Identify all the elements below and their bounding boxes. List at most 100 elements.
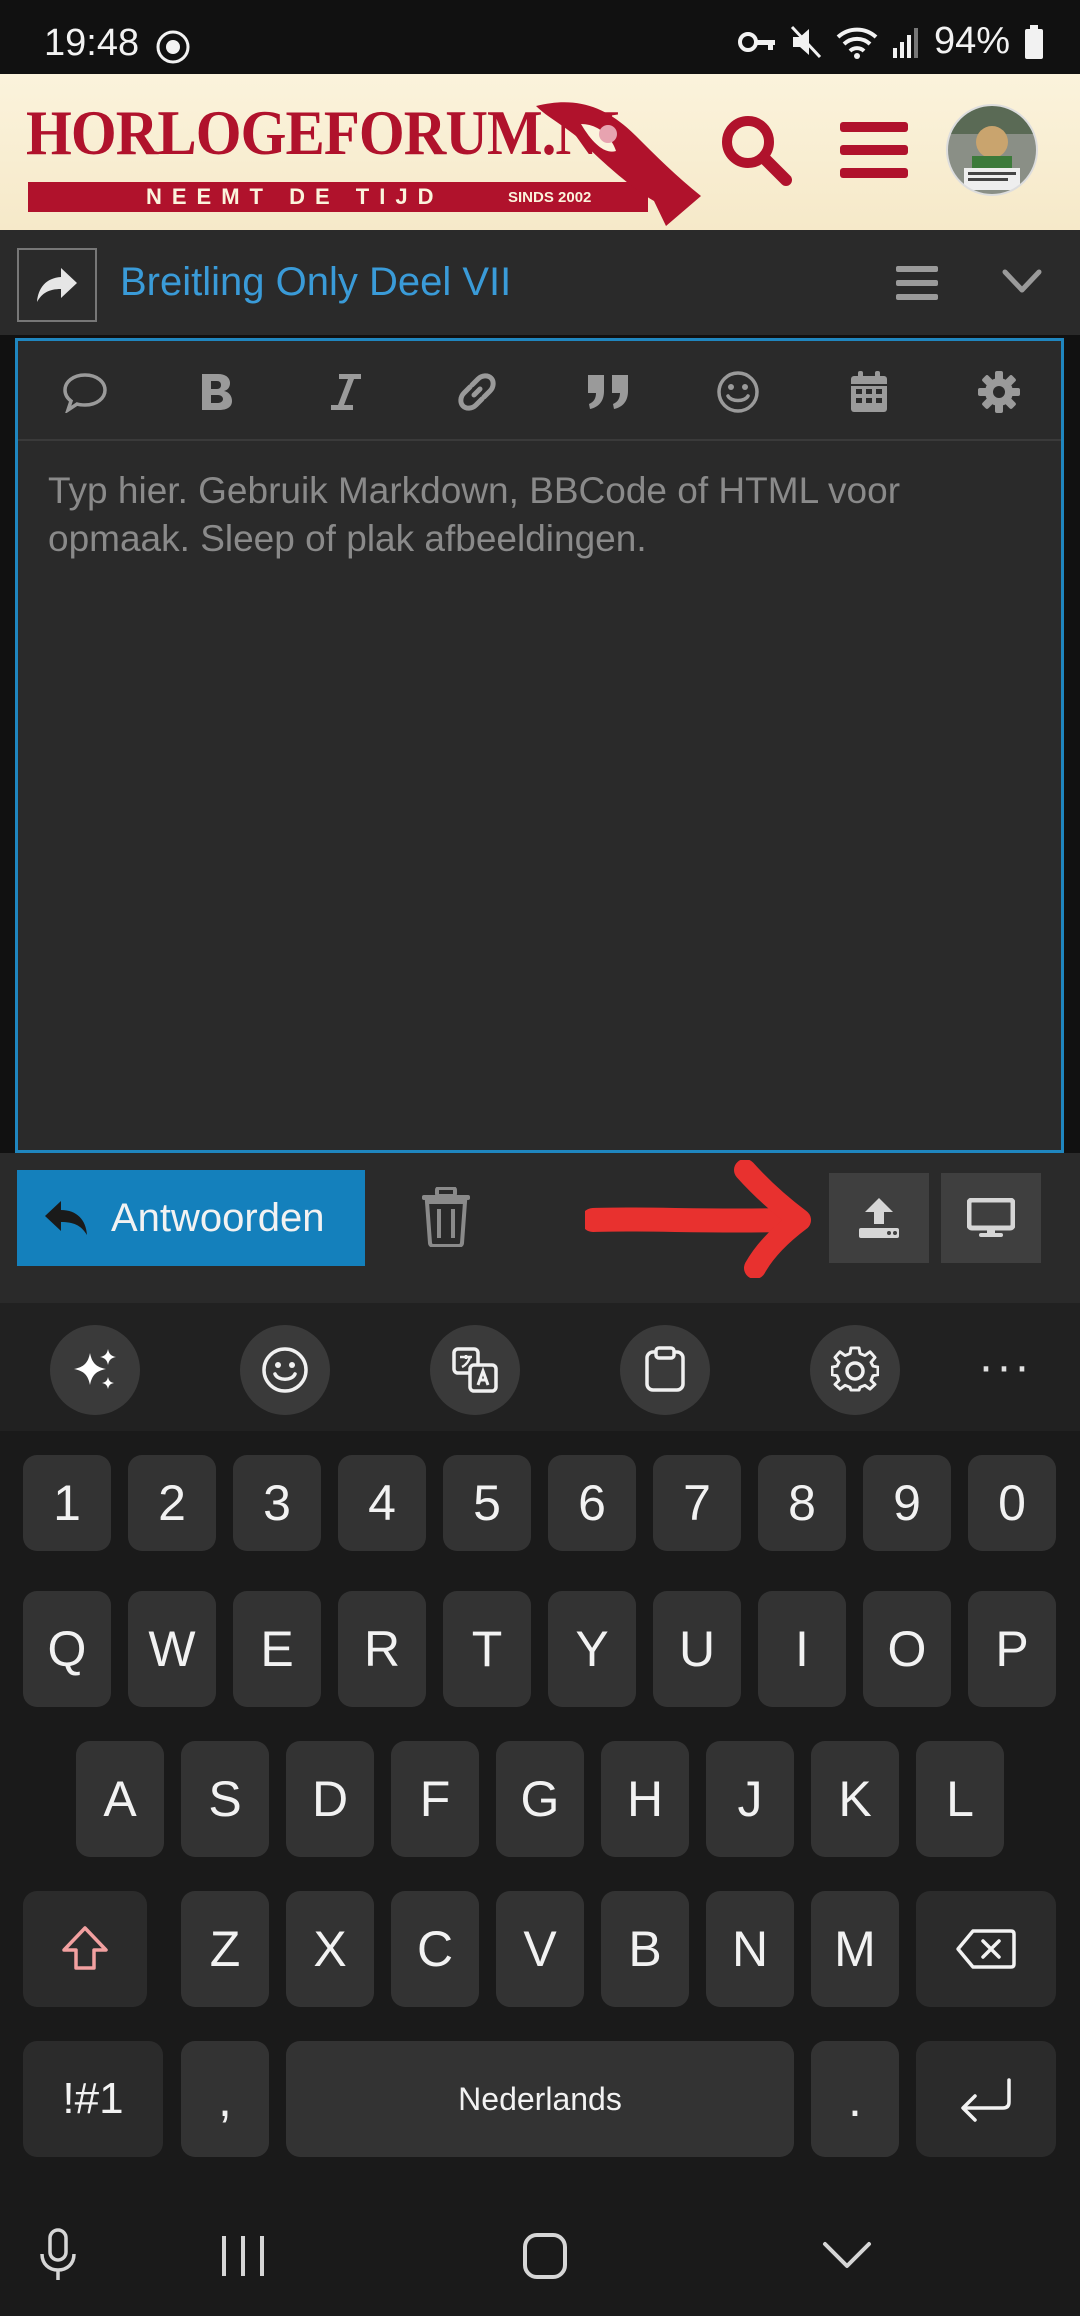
site-header: HORLOGEFORUM.NL NEEMT DE TIJD SINDS 2002 (0, 74, 1080, 230)
status-bar: 19:48 94% (0, 0, 1080, 74)
key-h[interactable]: H (601, 1741, 689, 1857)
key-l[interactable]: L (916, 1741, 1004, 1857)
key-y[interactable]: Y (548, 1591, 636, 1707)
key-b[interactable]: B (601, 1891, 689, 2007)
clipboard-icon[interactable] (620, 1325, 710, 1415)
key-w[interactable]: W (128, 1591, 216, 1707)
key-6[interactable]: 6 (548, 1455, 636, 1551)
key-j[interactable]: J (706, 1741, 794, 1857)
key-s[interactable]: S (181, 1741, 269, 1857)
key-u[interactable]: U (653, 1591, 741, 1707)
emoji-icon[interactable] (240, 1325, 330, 1415)
backspace-key[interactable] (916, 1891, 1056, 2007)
keyboard-toolbar: ··· (0, 1303, 1080, 1431)
annotation-arrow-icon (581, 1159, 815, 1283)
key-c[interactable]: C (391, 1891, 479, 2007)
vpn-key-icon (737, 29, 776, 55)
key-n[interactable]: N (706, 1891, 794, 2007)
key-z[interactable]: Z (181, 1891, 269, 2007)
chevron-down-icon[interactable] (1002, 268, 1042, 301)
share-button[interactable] (17, 248, 97, 322)
speech-bubble-icon[interactable] (60, 367, 110, 417)
key-i[interactable]: I (758, 1591, 846, 1707)
bold-icon[interactable] (191, 367, 241, 417)
key-e[interactable]: E (233, 1591, 321, 1707)
preview-icon (967, 1198, 1015, 1237)
editor-placeholder[interactable]: Typ hier. Gebruik Markdown, BBCode of HT… (48, 467, 1038, 563)
list-menu-icon[interactable] (896, 264, 938, 307)
logo-tagline: NEEMT DE TIJD (146, 184, 444, 209)
avatar[interactable] (946, 104, 1038, 201)
key-0[interactable]: 0 (968, 1455, 1056, 1551)
hide-keyboard-icon[interactable] (822, 2240, 872, 2275)
key-t[interactable]: T (443, 1591, 531, 1707)
app-notification-icon (156, 30, 190, 64)
key-x[interactable]: X (286, 1891, 374, 2007)
key-2[interactable]: 2 (128, 1455, 216, 1551)
hamburger-menu-icon[interactable] (840, 120, 908, 185)
editor-toolbar (18, 341, 1061, 441)
shift-key[interactable] (23, 1891, 147, 2007)
thread-bar: Breitling Only Deel VII (0, 230, 1080, 335)
key-g[interactable]: G (496, 1741, 584, 1857)
key-5[interactable]: 5 (443, 1455, 531, 1551)
thread-title[interactable]: Breitling Only Deel VII (120, 260, 511, 305)
reply-editor[interactable]: Typ hier. Gebruik Markdown, BBCode of HT… (15, 338, 1064, 1153)
key-p[interactable]: P (968, 1591, 1056, 1707)
preview-button[interactable] (941, 1173, 1041, 1263)
logo-bird-icon (536, 102, 701, 226)
site-logo[interactable]: HORLOGEFORUM.NL NEEMT DE TIJD SINDS 2002 (26, 96, 701, 226)
key-m[interactable]: M (811, 1891, 899, 2007)
key-d[interactable]: D (286, 1741, 374, 1857)
reply-label: Antwoorden (111, 1195, 325, 1240)
key-q[interactable]: Q (23, 1591, 111, 1707)
reply-button[interactable]: Antwoorden (17, 1170, 365, 1266)
upload-button[interactable] (829, 1173, 929, 1263)
system-nav-bar (0, 2200, 1080, 2316)
translate-icon[interactable] (430, 1325, 520, 1415)
share-arrow-icon (37, 268, 77, 302)
key-3[interactable]: 3 (233, 1455, 321, 1551)
microphone-icon[interactable] (38, 2228, 78, 2289)
battery-level: 94% (933, 20, 1010, 62)
key-1[interactable]: 1 (23, 1455, 111, 1551)
key-r[interactable]: R (338, 1591, 426, 1707)
status-icons: 94% (737, 20, 1044, 63)
status-time: 19:48 (44, 22, 140, 64)
calendar-icon[interactable] (844, 367, 894, 417)
period-key[interactable]: . (811, 2041, 899, 2157)
more-icon[interactable]: ··· (978, 1339, 1032, 1394)
home-icon[interactable] (522, 2232, 568, 2285)
link-icon[interactable] (452, 367, 502, 417)
key-8[interactable]: 8 (758, 1455, 846, 1551)
key-v[interactable]: V (496, 1891, 584, 2007)
recents-icon[interactable] (218, 2234, 268, 2283)
symbols-key[interactable]: !#1 (23, 2041, 163, 2157)
key-f[interactable]: F (391, 1741, 479, 1857)
signal-icon (892, 26, 920, 58)
key-4[interactable]: 4 (338, 1455, 426, 1551)
emoji-icon[interactable] (713, 367, 763, 417)
on-screen-keyboard: ··· 1 2 3 4 5 6 7 8 9 0 Q W E R T Y U I … (0, 1303, 1080, 2316)
comma-key[interactable]: , (181, 2041, 269, 2157)
search-icon[interactable] (718, 112, 792, 191)
key-o[interactable]: O (863, 1591, 951, 1707)
space-key[interactable]: Nederlands (286, 2041, 794, 2157)
mute-icon (790, 25, 822, 59)
quote-icon[interactable] (583, 367, 633, 417)
gear-icon[interactable] (974, 367, 1024, 417)
trash-icon[interactable] (420, 1186, 472, 1252)
sparkle-icon[interactable] (50, 1325, 140, 1415)
key-9[interactable]: 9 (863, 1455, 951, 1551)
wifi-icon (836, 25, 878, 59)
key-k[interactable]: K (811, 1741, 899, 1857)
key-7[interactable]: 7 (653, 1455, 741, 1551)
backspace-icon (956, 1929, 1016, 1969)
enter-key[interactable] (916, 2041, 1056, 2157)
key-a[interactable]: A (76, 1741, 164, 1857)
italic-icon[interactable] (321, 367, 371, 417)
shift-icon (62, 1926, 108, 1970)
settings-icon[interactable] (810, 1325, 900, 1415)
enter-icon (961, 2078, 1011, 2122)
reply-icon (45, 1201, 87, 1235)
